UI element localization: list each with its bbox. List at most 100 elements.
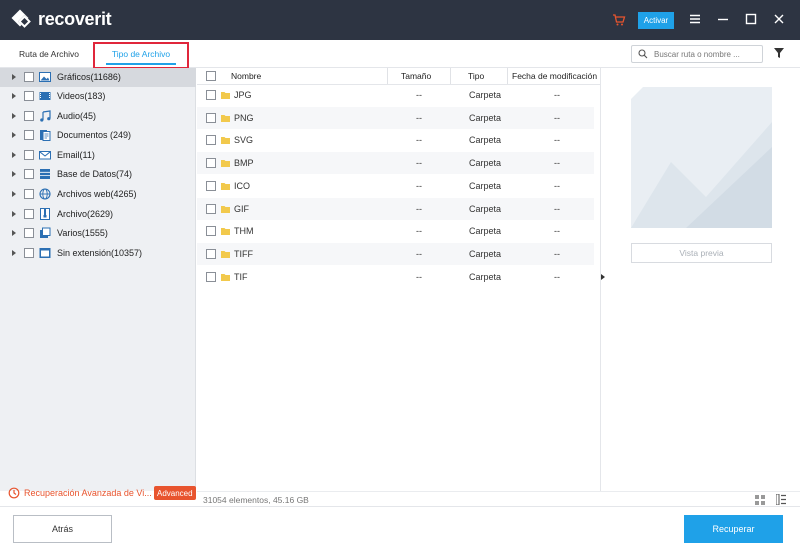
row-checkbox[interactable] — [206, 249, 216, 259]
expand-icon[interactable] — [12, 152, 16, 158]
search-input[interactable] — [654, 48, 759, 60]
row-checkbox[interactable] — [206, 158, 216, 168]
file-size: -- — [416, 90, 422, 100]
list-view-icon[interactable] — [776, 494, 786, 505]
table-row[interactable]: TIFF -- Carpeta -- — [197, 243, 594, 265]
recover-button[interactable]: Recuperar — [684, 515, 783, 543]
tree-item-audio[interactable]: Audio(45) — [0, 107, 196, 126]
collapse-preview-icon[interactable] — [601, 274, 605, 280]
table-row[interactable]: GIF -- Carpeta -- — [197, 198, 594, 220]
table-row[interactable]: BMP -- Carpeta -- — [197, 152, 594, 174]
file-modified: -- — [554, 249, 560, 259]
file-modified: -- — [554, 90, 560, 100]
checkbox[interactable] — [24, 91, 34, 101]
file-table-header: Nombre Tamaño Tipo Fecha de modificación — [197, 68, 600, 85]
checkbox[interactable] — [24, 248, 34, 258]
folder-icon — [221, 137, 230, 144]
cart-icon[interactable] — [612, 13, 626, 27]
table-row[interactable]: THM -- Carpeta -- — [197, 220, 594, 242]
expand-icon[interactable] — [12, 191, 16, 197]
file-size: -- — [416, 204, 422, 214]
file-type: Carpeta — [468, 158, 502, 168]
tree-item-label: Videos(183) — [57, 91, 106, 101]
back-button[interactable]: Atrás — [13, 515, 112, 543]
image-placeholder-icon — [631, 87, 772, 228]
close-icon[interactable] — [772, 12, 786, 26]
advanced-badge: Advanced — [154, 486, 196, 500]
expand-icon[interactable] — [12, 171, 16, 177]
checkbox[interactable] — [24, 169, 34, 179]
expand-icon[interactable] — [12, 93, 16, 99]
grid-view-icon[interactable] — [755, 495, 765, 505]
row-checkbox[interactable] — [206, 272, 216, 282]
column-name[interactable]: Nombre — [231, 68, 261, 84]
row-checkbox[interactable] — [206, 135, 216, 145]
table-row[interactable]: TIF -- Carpeta -- — [197, 266, 594, 288]
file-type: Carpeta — [468, 90, 502, 100]
tree-item-label: Archivo(2629) — [57, 209, 114, 219]
column-size[interactable]: Tamaño — [401, 68, 431, 84]
recoverit-logo-icon — [11, 9, 32, 30]
highlight-box — [93, 42, 189, 69]
row-checkbox[interactable] — [206, 113, 216, 123]
checkbox[interactable] — [24, 228, 34, 238]
row-checkbox[interactable] — [206, 204, 216, 214]
file-type: Carpeta — [468, 113, 502, 123]
activate-button[interactable]: Activar — [638, 12, 674, 29]
tree-item-label: Email(11) — [57, 150, 95, 160]
row-checkbox[interactable] — [206, 90, 216, 100]
expand-icon[interactable] — [12, 132, 16, 138]
preview-button[interactable]: Vista previa — [631, 243, 772, 263]
menu-icon[interactable] — [688, 12, 702, 26]
search-field[interactable] — [631, 45, 763, 63]
folder-icon — [221, 160, 230, 167]
select-all-checkbox[interactable] — [206, 71, 216, 81]
table-row[interactable]: ICO -- Carpeta -- — [197, 175, 594, 197]
file-name: GIF — [234, 204, 249, 214]
file-size: -- — [416, 272, 422, 282]
tree-item-misc[interactable]: Varios(1555) — [0, 224, 196, 243]
column-divider — [387, 68, 388, 84]
file-modified: -- — [554, 181, 560, 191]
expand-icon[interactable] — [12, 250, 16, 256]
tree-item-no-extension[interactable]: Sin extensión(10357) — [0, 244, 196, 263]
file-name: SVG — [234, 135, 254, 145]
tree-item-email[interactable]: Email(11) — [0, 146, 196, 165]
checkbox[interactable] — [24, 150, 34, 160]
table-row[interactable]: SVG -- Carpeta -- — [197, 129, 594, 151]
image-icon — [39, 72, 51, 82]
checkbox[interactable] — [24, 72, 34, 82]
checkbox[interactable] — [24, 111, 34, 121]
tree-item-web-files[interactable]: Archivos web(4265) — [0, 185, 196, 204]
advanced-recovery-banner[interactable]: Recuperación Avanzada de Vi... Advanced — [0, 484, 196, 502]
file-size: -- — [416, 181, 422, 191]
checkbox[interactable] — [24, 130, 34, 140]
row-checkbox[interactable] — [206, 226, 216, 236]
folder-icon — [221, 206, 230, 213]
filter-icon[interactable] — [773, 47, 785, 59]
table-row[interactable]: PNG -- Carpeta -- — [197, 107, 594, 129]
tree-item-database[interactable]: Base de Datos(74) — [0, 165, 196, 184]
tree-item-graphics[interactable]: Gráficos(11686) — [0, 68, 196, 87]
checkbox[interactable] — [24, 209, 34, 219]
tree-item-documents[interactable]: Documentos (249) — [0, 126, 196, 145]
minimize-icon[interactable] — [716, 12, 730, 26]
checkbox[interactable] — [24, 189, 34, 199]
table-row[interactable]: JPG -- Carpeta -- — [197, 84, 594, 106]
row-checkbox[interactable] — [206, 181, 216, 191]
advanced-recovery-text[interactable]: Recuperación Avanzada de Vi... — [24, 488, 152, 498]
file-size: -- — [416, 226, 422, 236]
music-icon — [40, 110, 51, 122]
expand-icon[interactable] — [12, 230, 16, 236]
maximize-icon[interactable] — [744, 12, 758, 26]
expand-icon[interactable] — [12, 211, 16, 217]
expand-icon[interactable] — [12, 74, 16, 80]
expand-icon[interactable] — [12, 113, 16, 119]
title-bar: recoverit Activar — [0, 0, 800, 40]
tab-file-path[interactable]: Ruta de Archivo — [19, 40, 79, 67]
tree-item-videos[interactable]: Videos(183) — [0, 87, 196, 106]
tree-item-archive[interactable]: Archivo(2629) — [0, 205, 196, 224]
video-icon — [39, 92, 51, 100]
column-type[interactable]: Tipo — [468, 68, 484, 84]
column-modified[interactable]: Fecha de modificación — [512, 68, 597, 84]
